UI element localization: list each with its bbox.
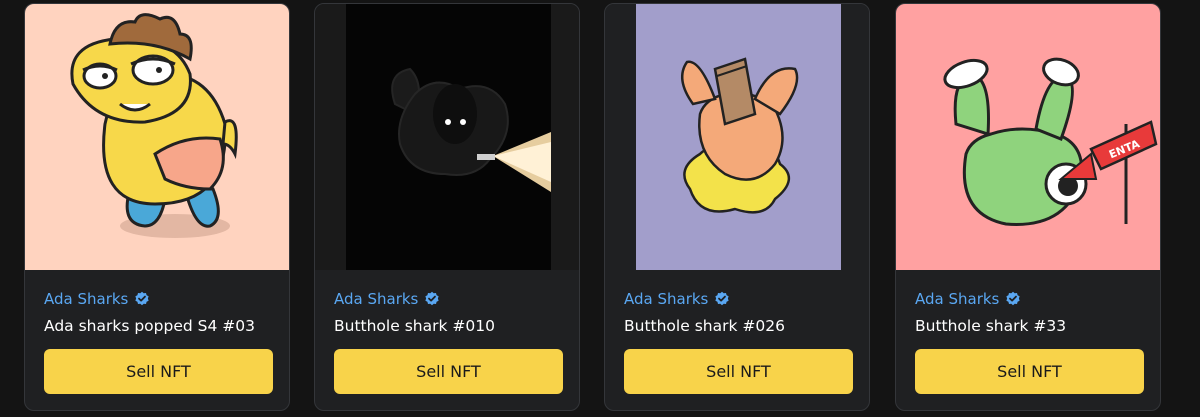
nft-image[interactable]: ENTA bbox=[896, 4, 1160, 270]
nft-name: Butthole shark #026 bbox=[624, 317, 785, 335]
nft-image[interactable] bbox=[315, 4, 579, 270]
verified-badge-icon bbox=[425, 291, 439, 306]
sell-nft-button[interactable]: Sell NFT bbox=[624, 349, 853, 394]
collection-row[interactable]: Ada Sharks bbox=[334, 290, 440, 308]
nft-image[interactable] bbox=[25, 4, 289, 270]
sell-nft-button[interactable]: Sell NFT bbox=[44, 349, 273, 394]
nft-card[interactable]: ENTA Ada Sharks Butthole shark #33 Sell … bbox=[895, 3, 1161, 411]
collection-row[interactable]: Ada Sharks bbox=[915, 290, 1021, 308]
collection-name[interactable]: Ada Sharks bbox=[915, 290, 999, 308]
nft-name: Butthole shark #010 bbox=[334, 317, 495, 335]
collection-name[interactable]: Ada Sharks bbox=[44, 290, 128, 308]
sell-nft-button[interactable]: Sell NFT bbox=[915, 349, 1144, 394]
collection-name[interactable]: Ada Sharks bbox=[624, 290, 708, 308]
verified-badge-icon bbox=[715, 291, 729, 306]
nft-name: Butthole shark #33 bbox=[915, 317, 1067, 335]
nft-name: Ada sharks popped S4 #03 bbox=[44, 317, 255, 335]
verified-badge-icon bbox=[1006, 291, 1020, 306]
nft-card[interactable]: Ada Sharks Butthole shark #010 Sell NFT bbox=[314, 3, 580, 411]
nft-card[interactable]: Ada Sharks Butthole shark #026 Sell NFT bbox=[604, 3, 870, 411]
sell-nft-button[interactable]: Sell NFT bbox=[334, 349, 563, 394]
collection-name[interactable]: Ada Sharks bbox=[334, 290, 418, 308]
nft-card-grid: Ada Sharks Ada sharks popped S4 #03 Sell… bbox=[0, 0, 1200, 417]
collection-row[interactable]: Ada Sharks bbox=[624, 290, 730, 308]
verified-badge-icon bbox=[135, 291, 149, 306]
nft-image[interactable] bbox=[605, 4, 869, 270]
nft-card[interactable]: Ada Sharks Ada sharks popped S4 #03 Sell… bbox=[24, 3, 290, 411]
collection-row[interactable]: Ada Sharks bbox=[44, 290, 150, 308]
